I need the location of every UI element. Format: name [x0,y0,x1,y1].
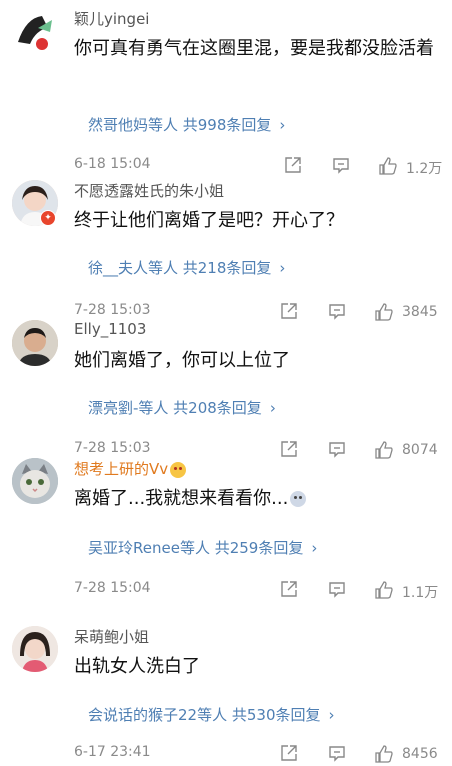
chevron-right-icon: › [279,259,286,277]
comment-icon[interactable] [328,580,346,598]
avatar[interactable] [12,626,58,672]
view-replies-link[interactable]: 吴亚玲Renee等人 共259条回复 › [88,537,317,558]
like-count: 3845 [402,304,438,320]
replies-summary: 然哥他妈等人 共998条回复 [88,116,272,134]
avatar[interactable] [12,8,58,54]
share-icon[interactable] [280,440,298,458]
username[interactable]: 不愿透露姓氏的朱小姐 [74,180,224,201]
comment-icon[interactable] [328,302,346,320]
like-icon[interactable] [374,744,394,764]
comment-meta: 6-18 15:04 1.2万 [0,156,452,178]
view-replies-link[interactable]: 然哥他妈等人 共998条回复 › [88,114,285,135]
like-count: 8074 [402,442,438,458]
comment-text: 离婚了...我就想来看看你... [74,484,444,514]
replies-summary: 漂亮劉-等人 共208条回复 [88,399,262,417]
like-count: 1.1万 [402,585,439,601]
chevron-right-icon: › [328,706,335,724]
username[interactable]: Elly_1103 [74,320,146,338]
share-icon[interactable] [284,156,302,174]
view-replies-link[interactable]: 会说话的猴子22等人 共530条回复 › [88,704,335,725]
chevron-right-icon: › [269,399,276,417]
username-text: 想考上研的Vv [74,460,169,478]
username[interactable]: 颖儿yingei [74,8,149,29]
emoji-icon [290,491,307,507]
username[interactable]: 想考上研的Vv [74,458,187,479]
timestamp: 7-28 15:04 [74,580,151,596]
comment-meta: 7-28 15:03 3845 [0,302,452,324]
view-replies-link[interactable]: 徐__夫人等人 共218条回复 › [88,257,285,278]
avatar[interactable] [12,320,58,366]
share-icon[interactable] [280,580,298,598]
share-icon[interactable] [280,302,298,320]
comment-icon[interactable] [328,744,346,762]
replies-summary: 徐__夫人等人 共218条回复 [88,259,272,277]
comment-text: 你可真有勇气在这圈里混，要是我都没脸活着 [74,38,434,59]
comment-text: 她们离婚了，你可以上位了 [74,350,290,371]
comment-meta: 7-28 15:04 1.1万 [0,580,452,602]
timestamp: 7-28 15:03 [74,440,151,456]
verified-badge-icon: ✦ [40,210,56,226]
username[interactable]: 呆萌鲍小姐 [74,626,149,647]
like-icon[interactable] [378,156,398,176]
comment-icon[interactable] [328,440,346,458]
comment-meta: 6-17 23:41 8456 [0,744,452,766]
view-replies-link[interactable]: 漂亮劉-等人 共208条回复 › [88,397,276,418]
share-icon[interactable] [280,744,298,762]
avatar[interactable] [12,458,58,504]
like-icon[interactable] [374,302,394,322]
timestamp: 6-18 15:04 [74,156,151,172]
comment-icon[interactable] [332,156,350,174]
emoji-icon [170,461,187,478]
timestamp: 6-17 23:41 [74,744,151,760]
replies-summary: 会说话的猴子22等人 共530条回复 [88,706,321,724]
comment-text-content: 离婚了...我就想来看看你... [74,488,289,509]
comment-meta: 7-28 15:03 8074 [0,440,452,462]
comment-text: 出轨女人洗白了 [74,656,200,677]
like-count: 8456 [402,746,438,762]
like-count: 1.2万 [406,161,443,177]
replies-summary: 吴亚玲Renee等人 共259条回复 [88,539,304,557]
like-icon[interactable] [374,440,394,460]
timestamp: 7-28 15:03 [74,302,151,318]
chevron-right-icon: › [311,539,318,557]
chevron-right-icon: › [279,116,286,134]
like-icon[interactable] [374,580,394,600]
comment-text: 终于让他们离婚了是吧？开心了？ [74,210,344,231]
